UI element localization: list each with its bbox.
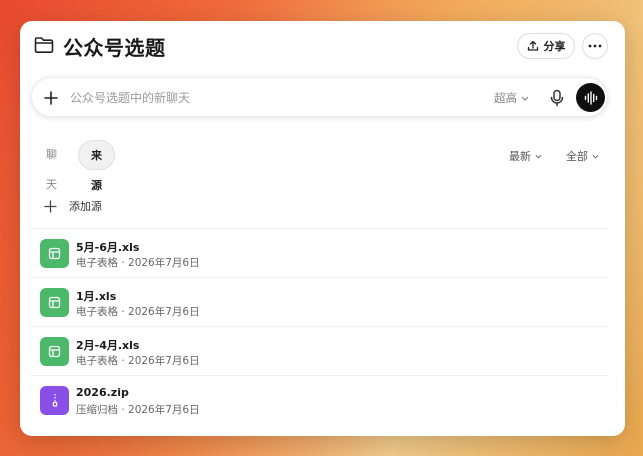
list-item[interactable]: 2月-4月.xls 电子表格 · 2026年7月6日 — [31, 326, 608, 374]
add-attachment-icon[interactable] — [43, 90, 59, 106]
chevron-down-icon — [521, 96, 529, 101]
waveform-icon — [584, 90, 597, 105]
file-name: 2月-4月.xls — [76, 339, 140, 352]
file-name: 2026.zip — [76, 386, 129, 399]
file-meta: 电子表格 · 2026年7月6日 — [76, 355, 200, 367]
spreadsheet-icon — [40, 239, 69, 268]
more-options-button[interactable] — [582, 33, 608, 59]
model-selector[interactable]: 超高 — [494, 90, 529, 106]
header: 公众号选题 分享 — [20, 21, 625, 71]
add-source-label: 添加源 — [69, 200, 102, 213]
spreadsheet-icon — [40, 337, 69, 366]
archive-icon — [40, 386, 69, 415]
upload-icon — [527, 40, 538, 51]
file-name: 5月-6月.xls — [76, 241, 140, 254]
chat-input[interactable] — [70, 88, 470, 108]
list-item[interactable]: 2026.zip 压缩归档 · 2026年7月6日 — [31, 375, 608, 423]
ellipsis-icon — [588, 44, 602, 48]
file-meta: 电子表格 · 2026年7月6日 — [76, 257, 200, 269]
sort-label: 最新 — [509, 150, 531, 163]
type-label: 全部 — [566, 150, 588, 163]
sort-filter[interactable]: 最新 — [509, 148, 542, 164]
share-label: 分享 — [543, 40, 566, 53]
file-meta: 电子表格 · 2026年7月6日 — [76, 306, 200, 318]
add-source-button[interactable]: 添加源 — [44, 195, 102, 217]
page-title: 公众号选题 — [63, 36, 166, 60]
voice-mode-button[interactable] — [576, 83, 605, 112]
model-label: 超高 — [494, 91, 517, 105]
file-meta: 压缩归档 · 2026年7月6日 — [76, 404, 200, 416]
chevron-down-icon — [535, 154, 542, 159]
list-item[interactable]: 5月-6月.xls 电子表格 · 2026年7月6日 — [31, 228, 608, 276]
tab-sources[interactable]: 来源 — [78, 140, 115, 192]
file-name: 1月.xls — [76, 290, 117, 303]
tab-chat[interactable]: 聊天 — [34, 140, 69, 191]
chevron-down-icon — [592, 154, 599, 159]
folder-icon — [34, 37, 54, 53]
list-item[interactable]: 1月.xls 电子表格 · 2026年7月6日 — [31, 277, 608, 325]
project-window: 公众号选题 分享 超高 — [20, 21, 625, 436]
chat-composer: 超高 — [31, 77, 608, 117]
plus-icon — [44, 199, 57, 213]
share-button[interactable]: 分享 — [517, 33, 575, 59]
type-filter[interactable]: 全部 — [566, 148, 599, 164]
microphone-icon[interactable] — [550, 89, 564, 107]
spreadsheet-icon — [40, 288, 69, 317]
